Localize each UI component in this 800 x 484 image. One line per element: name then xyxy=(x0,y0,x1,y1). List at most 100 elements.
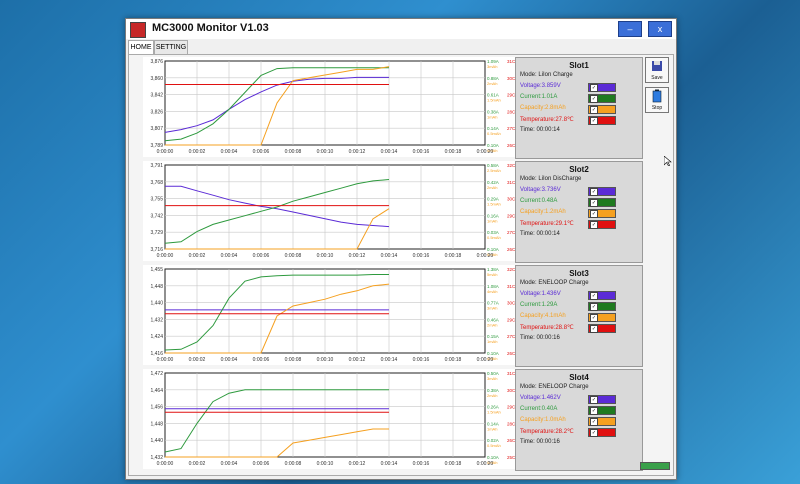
slot-mode: Mode: ENELOOP Charge xyxy=(520,280,589,286)
temperature-toggle[interactable]: ✓ xyxy=(588,116,616,125)
y-tick-label: 3,807 xyxy=(150,126,163,132)
temperature-tick-label: 26C xyxy=(507,438,515,443)
slot-capacity: Capacity:2.8mAh xyxy=(520,105,566,111)
capacity-tick-label: 2mAh xyxy=(487,322,497,327)
voltage-toggle[interactable]: ✓ xyxy=(588,187,616,196)
capacity-tick-label: 1.5mAh xyxy=(487,98,501,103)
check-icon: ✓ xyxy=(590,325,598,333)
x-tick-label: 0:00:02 xyxy=(189,149,206,155)
y-tick-label: 3,755 xyxy=(150,197,163,203)
capacity-tick-label: 1mAh xyxy=(487,218,497,223)
slot4-panel: Slot4 Mode: ENELOOP Charge Voltage:1.462… xyxy=(515,369,643,471)
x-tick-label: 0:00:20 xyxy=(477,357,494,363)
temperature-tick-label: 30C xyxy=(507,76,515,81)
voltage-toggle[interactable]: ✓ xyxy=(588,83,616,92)
x-tick-label: 0:00:14 xyxy=(381,461,398,467)
check-icon: ✓ xyxy=(590,199,598,207)
title-bar: MC3000 Monitor V1.03 – x xyxy=(126,19,676,39)
capacity-tick-label: 3mAh xyxy=(487,306,497,311)
x-tick-label: 0:00:02 xyxy=(189,357,206,363)
check-icon: ✓ xyxy=(590,106,598,114)
stop-button[interactable]: Stop xyxy=(645,87,669,113)
temperature-toggle[interactable]: ✓ xyxy=(588,428,616,437)
current-toggle[interactable]: ✓ xyxy=(588,406,616,415)
check-icon: ✓ xyxy=(590,396,598,404)
x-tick-label: 0:00:16 xyxy=(413,461,430,467)
x-tick-label: 0:00:06 xyxy=(253,253,270,259)
save-button[interactable]: Save xyxy=(645,57,669,83)
current-toggle[interactable]: ✓ xyxy=(588,198,616,207)
temperature-tick-label: 27C xyxy=(507,230,515,235)
close-button[interactable]: x xyxy=(648,21,672,37)
x-tick-label: 0:00:18 xyxy=(445,357,462,363)
slot-current: Current:0.40A xyxy=(520,406,558,412)
x-tick-label: 0:00:18 xyxy=(445,461,462,467)
capacity-tick-label: 2.5mAh xyxy=(487,168,501,173)
temperature-tick-label: 31C xyxy=(507,284,515,289)
capacity-toggle[interactable]: ✓ xyxy=(588,105,616,114)
x-tick-label: 0:00:04 xyxy=(221,253,238,259)
temperature-tick-label: 29C xyxy=(507,213,515,218)
x-tick-label: 0:00:06 xyxy=(253,357,270,363)
floppy-disk-icon xyxy=(652,61,662,71)
capacity-toggle[interactable]: ✓ xyxy=(588,209,616,218)
tab-home[interactable]: HOME xyxy=(128,40,154,54)
voltage-toggle[interactable]: ✓ xyxy=(588,291,616,300)
slot-title: Slot3 xyxy=(569,269,589,278)
tab-setting[interactable]: SETTING xyxy=(154,40,188,54)
slot-title: Slot4 xyxy=(569,373,589,382)
slot-current: Current:1.01A xyxy=(520,94,558,100)
x-tick-label: 0:00:16 xyxy=(413,253,430,259)
slot-capacity: Capacity:1.0mAh xyxy=(520,417,566,423)
x-tick-label: 0:00:00 xyxy=(157,461,174,467)
y-tick-label: 3,826 xyxy=(150,109,163,115)
x-tick-label: 0:00:18 xyxy=(445,149,462,155)
y-tick-label: 3,876 xyxy=(150,59,163,65)
y-tick-label: 3,742 xyxy=(150,213,163,219)
temperature-tick-label: 32C xyxy=(507,267,515,272)
voltage-toggle[interactable]: ✓ xyxy=(588,395,616,404)
check-icon: ✓ xyxy=(590,117,598,125)
current-toggle[interactable]: ✓ xyxy=(588,302,616,311)
x-tick-label: 0:00:06 xyxy=(253,461,270,467)
x-tick-label: 0:00:20 xyxy=(477,149,494,155)
check-icon: ✓ xyxy=(590,429,598,437)
check-icon: ✓ xyxy=(590,210,598,218)
capacity-toggle[interactable]: ✓ xyxy=(588,417,616,426)
temperature-tick-label: 26C xyxy=(507,143,515,148)
capacity-tick-label: 1mAh xyxy=(487,339,497,344)
capacity-tick-label: 2mAh xyxy=(487,393,497,398)
x-tick-label: 0:00:00 xyxy=(157,253,174,259)
app-window: MC3000 Monitor V1.03 – x HOME SETTING 3,… xyxy=(125,18,677,480)
temperature-tick-label: 29C xyxy=(507,317,515,322)
slot-time: Time: 00:00:14 xyxy=(520,127,560,133)
save-label: Save xyxy=(651,75,663,81)
capacity-tick-label: 0.5mAh xyxy=(487,443,501,448)
capacity-toggle[interactable]: ✓ xyxy=(588,313,616,322)
x-tick-label: 0:00:12 xyxy=(349,253,366,259)
slot-voltage: Voltage:1.436V xyxy=(520,291,561,297)
check-icon: ✓ xyxy=(590,188,598,196)
temperature-toggle[interactable]: ✓ xyxy=(588,220,616,229)
window-title: MC3000 Monitor V1.03 xyxy=(152,22,269,34)
capacity-tick-label: 3mAh xyxy=(487,376,497,381)
check-icon: ✓ xyxy=(590,303,598,311)
temperature-tick-label: 31C xyxy=(507,371,515,376)
x-tick-label: 0:00:10 xyxy=(317,149,334,155)
slot-temperature: Temperature:28.8℃ xyxy=(520,325,574,331)
y-tick-label: 1,448 xyxy=(150,284,163,290)
capacity-tick-label: 4mAh xyxy=(487,289,497,294)
temperature-tick-label: 29C xyxy=(507,405,515,410)
x-tick-label: 0:00:12 xyxy=(349,357,366,363)
y-tick-label: 1,432 xyxy=(150,317,163,323)
capacity-tick-label: 2mAh xyxy=(487,81,497,86)
minimize-button[interactable]: – xyxy=(618,21,642,37)
main-panel: 3,876 3,860 3,842 3,826 3,807 3,789 1.09A 3mAh 3… xyxy=(128,54,674,476)
x-tick-label: 0:00:12 xyxy=(349,149,366,155)
temperature-tick-label: 27C xyxy=(507,334,515,339)
current-toggle[interactable]: ✓ xyxy=(588,94,616,103)
slot-title: Slot1 xyxy=(569,61,589,70)
status-indicator xyxy=(640,462,670,470)
temperature-toggle[interactable]: ✓ xyxy=(588,324,616,333)
x-tick-label: 0:00:02 xyxy=(189,461,206,467)
